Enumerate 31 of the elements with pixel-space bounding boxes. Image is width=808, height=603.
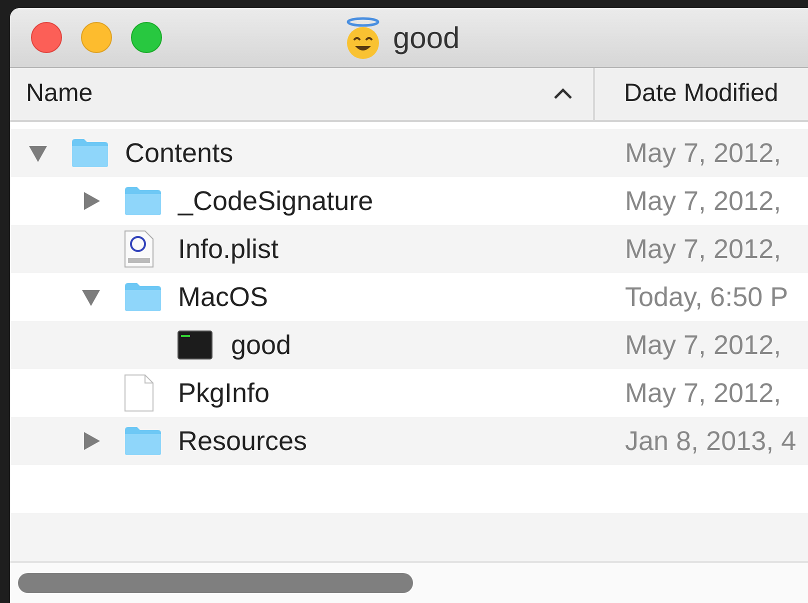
file-name: Contents [125, 136, 234, 170]
date-modified: May 7, 2012, [624, 136, 782, 170]
file-name: good [231, 328, 292, 362]
file-name: Info.plist [178, 232, 279, 266]
date-modified: Jan 8, 2013, 4 [624, 424, 796, 458]
date-modified: May 7, 2012, [624, 232, 782, 266]
date-modified: May 7, 2012, [624, 376, 782, 410]
file-row[interactable]: Contents May 7, 2012, [10, 129, 808, 177]
file-row[interactable]: Info.plist May 7, 2012, [10, 225, 808, 273]
close-button[interactable] [31, 22, 62, 53]
date-modified: May 7, 2012, [624, 184, 782, 218]
column-header[interactable]: Name [10, 68, 595, 120]
window-title: good [393, 21, 460, 57]
date-modified: May 7, 2012, [624, 328, 782, 362]
file-name: PkgInfo [178, 376, 270, 410]
zoom-button[interactable] [131, 22, 162, 53]
folder-icon [124, 186, 162, 216]
file-name: _CodeSignature [178, 184, 374, 218]
folder-icon [124, 282, 162, 312]
file-row[interactable]: good May 7, 2012, [10, 321, 808, 369]
horizontal-scrollbar[interactable] [18, 573, 413, 593]
file-name: MacOS [178, 280, 268, 314]
date-modified: Today, 6:50 P [624, 280, 788, 314]
folder-icon [71, 138, 109, 168]
file-row[interactable]: Resources Jan 8, 2013, 4 [10, 417, 808, 465]
column-header[interactable]: Date Modified [595, 75, 778, 113]
file-name: Resources [178, 424, 308, 458]
blank-document-icon [124, 374, 154, 412]
text-document-icon [124, 230, 154, 268]
folder-icon [124, 426, 162, 456]
terminal-icon [177, 330, 213, 360]
